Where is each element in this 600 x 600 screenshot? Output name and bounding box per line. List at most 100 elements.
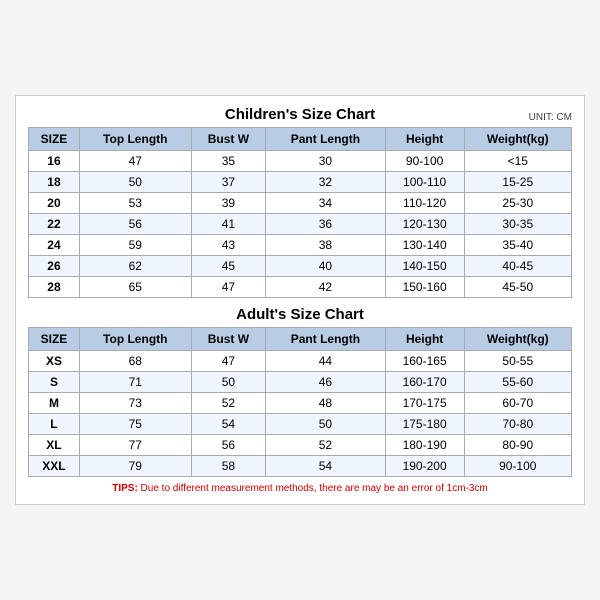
- table-cell: 90-100: [385, 151, 464, 172]
- table-cell: 58: [191, 456, 266, 477]
- table-cell: 77: [79, 435, 191, 456]
- table-cell: 15-25: [464, 172, 571, 193]
- table-row: 1647353090-100<15: [29, 151, 572, 172]
- table-cell: 56: [191, 435, 266, 456]
- table-cell: 38: [266, 235, 386, 256]
- adult-table: SIZE Top Length Bust W Pant Length Heigh…: [28, 327, 572, 477]
- table-cell: 59: [79, 235, 191, 256]
- table-cell: XXL: [29, 456, 80, 477]
- table-cell: 75: [79, 414, 191, 435]
- children-title-row: Children's Size Chart UNIT: CM: [28, 106, 572, 123]
- table-cell: 54: [191, 414, 266, 435]
- col-height: Height: [385, 128, 464, 151]
- table-cell: M: [29, 393, 80, 414]
- table-cell: 41: [191, 214, 266, 235]
- table-cell: 100-110: [385, 172, 464, 193]
- adult-col-pant-length: Pant Length: [266, 328, 386, 351]
- children-tbody: 1647353090-100<1518503732100-11015-25205…: [29, 151, 572, 298]
- adult-col-bust-w: Bust W: [191, 328, 266, 351]
- table-cell: 40: [266, 256, 386, 277]
- table-cell: 54: [266, 456, 386, 477]
- table-cell: 175-180: [385, 414, 464, 435]
- table-cell: 20: [29, 193, 80, 214]
- table-cell: 50: [191, 372, 266, 393]
- table-cell: 43: [191, 235, 266, 256]
- table-cell: 35: [191, 151, 266, 172]
- adult-tbody: XS684744160-16550-55S715046160-17055-60M…: [29, 351, 572, 477]
- table-cell: 52: [266, 435, 386, 456]
- table-cell: 56: [79, 214, 191, 235]
- table-cell: 16: [29, 151, 80, 172]
- table-cell: 120-130: [385, 214, 464, 235]
- table-cell: XS: [29, 351, 80, 372]
- table-cell: 24: [29, 235, 80, 256]
- adult-col-size: SIZE: [29, 328, 80, 351]
- table-cell: 170-175: [385, 393, 464, 414]
- tips-row: TIPS: Due to different measurement metho…: [28, 483, 572, 494]
- table-cell: S: [29, 372, 80, 393]
- table-cell: 35-40: [464, 235, 571, 256]
- table-cell: 160-165: [385, 351, 464, 372]
- table-cell: 42: [266, 277, 386, 298]
- children-header-row: SIZE Top Length Bust W Pant Length Heigh…: [29, 128, 572, 151]
- table-cell: 90-100: [464, 456, 571, 477]
- table-cell: 70-80: [464, 414, 571, 435]
- table-cell: 36: [266, 214, 386, 235]
- table-cell: 71: [79, 372, 191, 393]
- table-cell: 46: [266, 372, 386, 393]
- table-cell: 190-200: [385, 456, 464, 477]
- table-cell: 47: [191, 277, 266, 298]
- table-cell: 52: [191, 393, 266, 414]
- table-cell: 22: [29, 214, 80, 235]
- table-cell: 55-60: [464, 372, 571, 393]
- table-cell: 180-190: [385, 435, 464, 456]
- table-cell: 50: [266, 414, 386, 435]
- table-row: M735248170-17560-70: [29, 393, 572, 414]
- adult-title-row: Adult's Size Chart: [28, 306, 572, 323]
- table-cell: 47: [191, 351, 266, 372]
- tips-body: Due to different measurement methods, th…: [138, 483, 488, 494]
- table-row: 24594338130-14035-40: [29, 235, 572, 256]
- adult-col-top-length: Top Length: [79, 328, 191, 351]
- table-cell: 30-35: [464, 214, 571, 235]
- table-cell: 30: [266, 151, 386, 172]
- table-row: XS684744160-16550-55: [29, 351, 572, 372]
- table-cell: 160-170: [385, 372, 464, 393]
- table-cell: 150-160: [385, 277, 464, 298]
- table-row: 22564136120-13030-35: [29, 214, 572, 235]
- table-row: XXL795854190-20090-100: [29, 456, 572, 477]
- children-table: SIZE Top Length Bust W Pant Length Heigh…: [28, 127, 572, 298]
- table-cell: 68: [79, 351, 191, 372]
- table-cell: 28: [29, 277, 80, 298]
- table-cell: 26: [29, 256, 80, 277]
- table-row: L755450175-18070-80: [29, 414, 572, 435]
- table-cell: 79: [79, 456, 191, 477]
- table-cell: 39: [191, 193, 266, 214]
- table-cell: 45: [191, 256, 266, 277]
- table-cell: 130-140: [385, 235, 464, 256]
- children-title: Children's Size Chart: [225, 106, 375, 123]
- table-cell: 34: [266, 193, 386, 214]
- table-cell: 40-45: [464, 256, 571, 277]
- adult-header-row: SIZE Top Length Bust W Pant Length Heigh…: [29, 328, 572, 351]
- table-cell: 50-55: [464, 351, 571, 372]
- table-cell: <15: [464, 151, 571, 172]
- table-cell: 32: [266, 172, 386, 193]
- table-row: 28654742150-16045-50: [29, 277, 572, 298]
- table-row: 26624540140-15040-45: [29, 256, 572, 277]
- table-cell: 37: [191, 172, 266, 193]
- table-cell: 44: [266, 351, 386, 372]
- table-cell: 25-30: [464, 193, 571, 214]
- col-top-length: Top Length: [79, 128, 191, 151]
- adult-title: Adult's Size Chart: [236, 306, 364, 323]
- table-row: S715046160-17055-60: [29, 372, 572, 393]
- adult-col-weight: Weight(kg): [464, 328, 571, 351]
- adult-col-height: Height: [385, 328, 464, 351]
- table-cell: 50: [79, 172, 191, 193]
- col-size: SIZE: [29, 128, 80, 151]
- table-cell: 65: [79, 277, 191, 298]
- table-cell: 45-50: [464, 277, 571, 298]
- table-cell: 110-120: [385, 193, 464, 214]
- col-bust-w: Bust W: [191, 128, 266, 151]
- table-cell: 48: [266, 393, 386, 414]
